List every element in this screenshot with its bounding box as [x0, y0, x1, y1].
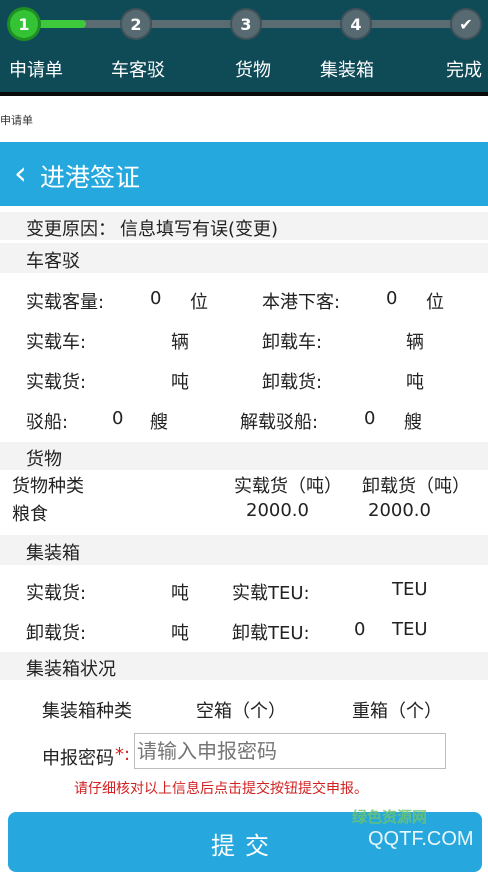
page-header: ‹ 进港签证: [0, 142, 488, 206]
breadcrumb: 申请单: [0, 114, 33, 127]
container-loaded-teu-unit: TEU: [392, 579, 428, 600]
section-title: 货物: [26, 449, 62, 470]
page-title: 进港签证: [40, 163, 141, 192]
password-label: 申报密码: [42, 748, 114, 769]
section-header-container-status: 集装箱状况: [0, 652, 488, 680]
unloaded-barges-value: 0: [364, 408, 376, 429]
section-title: 车客驳: [26, 251, 80, 272]
step-2-dot: 2: [122, 10, 150, 38]
barges-label: 驳船:: [26, 412, 69, 433]
password-input[interactable]: [134, 733, 446, 769]
unloaded-cargo-unit: 吨: [406, 372, 424, 393]
container-unloaded-teu-unit: TEU: [392, 619, 428, 640]
unloaded-cargo-label: 卸载货:: [262, 372, 323, 393]
step-complete-label: 完成: [446, 60, 482, 81]
passenger-unit: 位: [190, 292, 208, 313]
watermark-url: QQTF.COM: [368, 828, 474, 850]
disembark-label: 本港下客:: [262, 292, 341, 313]
container-status-header: 集装箱种类 空箱（个） 重箱（个）: [0, 697, 488, 722]
back-chevron-icon[interactable]: ‹: [14, 156, 27, 190]
disembark-unit: 位: [426, 292, 444, 313]
section-title: 集装箱状况: [26, 659, 116, 680]
vehicle-row: 实载车: 辆 卸载车: 辆: [0, 328, 488, 353]
barge-row: 驳船: 0 艘 解载驳船: 0 艘: [0, 408, 488, 433]
unloaded-barges-unit: 艘: [404, 412, 422, 433]
passenger-row: 实载客量: 0 位 本港下客: 0 位: [0, 288, 488, 313]
loaded-cargo-label: 实载货:: [26, 372, 87, 393]
section-header-container: 集装箱: [0, 535, 488, 565]
container-unloaded-cargo-label: 卸载货:: [26, 623, 87, 644]
step-progress-bar: 1 2 3 4 ✔ 申请单 车客驳 货物 集装箱 完成: [0, 0, 488, 92]
loaded-passengers-label: 实载客量:: [26, 292, 105, 313]
step-1-label: 申请单: [9, 60, 63, 81]
unloaded-barges-label: 解载驳船:: [240, 412, 319, 433]
container-unloaded-row: 卸载货: 吨 卸载TEU: 0 TEU: [0, 619, 488, 644]
section-title: 集装箱: [26, 543, 80, 564]
loaded-cargo-unit: 吨: [171, 372, 189, 393]
change-reason-row: 变更原因： 信息填写有误(变更): [0, 212, 488, 240]
loaded-passengers-value: 0: [150, 288, 162, 309]
cargo-table-header: 货物种类 实载货（吨） 卸载货（吨）: [0, 472, 488, 497]
step-1-dot: 1: [10, 10, 38, 38]
unloaded-vehicles-label: 卸载车:: [262, 332, 323, 353]
cargo-unloaded-cell: 2000.0: [368, 500, 431, 521]
watermark-text: 绿色资源网: [352, 808, 428, 826]
cargo-col-loaded: 实载货（吨）: [234, 476, 342, 497]
step-3-dot: 3: [232, 10, 260, 38]
section-header-vehicle-passenger-barge: 车客驳: [0, 243, 488, 273]
section-header-cargo: 货物: [0, 442, 488, 470]
cargo-loaded-cell: 2000.0: [246, 500, 309, 521]
container-unloaded-teu-value: 0: [354, 619, 366, 640]
container-loaded-teu-label: 实载TEU:: [232, 583, 310, 604]
unloaded-vehicles-unit: 辆: [406, 332, 424, 353]
step-4-label: 集装箱: [320, 60, 374, 81]
cargo-type-cell: 粮食: [12, 504, 48, 525]
confirm-notice: 请仔细核对以上信息后点击提交按钮提交申报。: [74, 781, 368, 797]
table-row: 粮食 2000.0 2000.0: [0, 500, 488, 525]
container-status-col-empty: 空箱（个）: [196, 701, 286, 722]
step-bar-divider: [0, 92, 488, 96]
container-unloaded-cargo-unit: 吨: [171, 623, 189, 644]
change-reason-label: 变更原因：: [26, 219, 116, 240]
container-loaded-cargo-unit: 吨: [171, 583, 189, 604]
change-reason-value: 信息填写有误(变更): [120, 219, 279, 240]
container-loaded-cargo-label: 实载货:: [26, 583, 87, 604]
step-4-dot: 4: [342, 10, 370, 38]
required-mark: *:: [115, 744, 131, 765]
container-status-col-type: 集装箱种类: [42, 701, 132, 722]
barges-value: 0: [112, 408, 124, 429]
loaded-vehicles-unit: 辆: [171, 332, 189, 353]
cargo-weight-row: 实载货: 吨 卸载货: 吨: [0, 368, 488, 393]
container-status-col-loaded: 重箱（个）: [352, 701, 442, 722]
container-loaded-row: 实载货: 吨 实载TEU: TEU: [0, 579, 488, 604]
loaded-vehicles-label: 实载车:: [26, 332, 87, 353]
step-complete-check-icon: ✔: [452, 10, 480, 38]
disembark-value: 0: [386, 288, 398, 309]
step-2-label: 车客驳: [111, 60, 165, 81]
step-3-label: 货物: [235, 60, 271, 81]
cargo-col-unloaded: 卸载货（吨）: [362, 476, 470, 497]
container-unloaded-teu-label: 卸载TEU:: [232, 623, 310, 644]
cargo-col-type: 货物种类: [12, 476, 84, 497]
barges-unit: 艘: [150, 412, 168, 433]
